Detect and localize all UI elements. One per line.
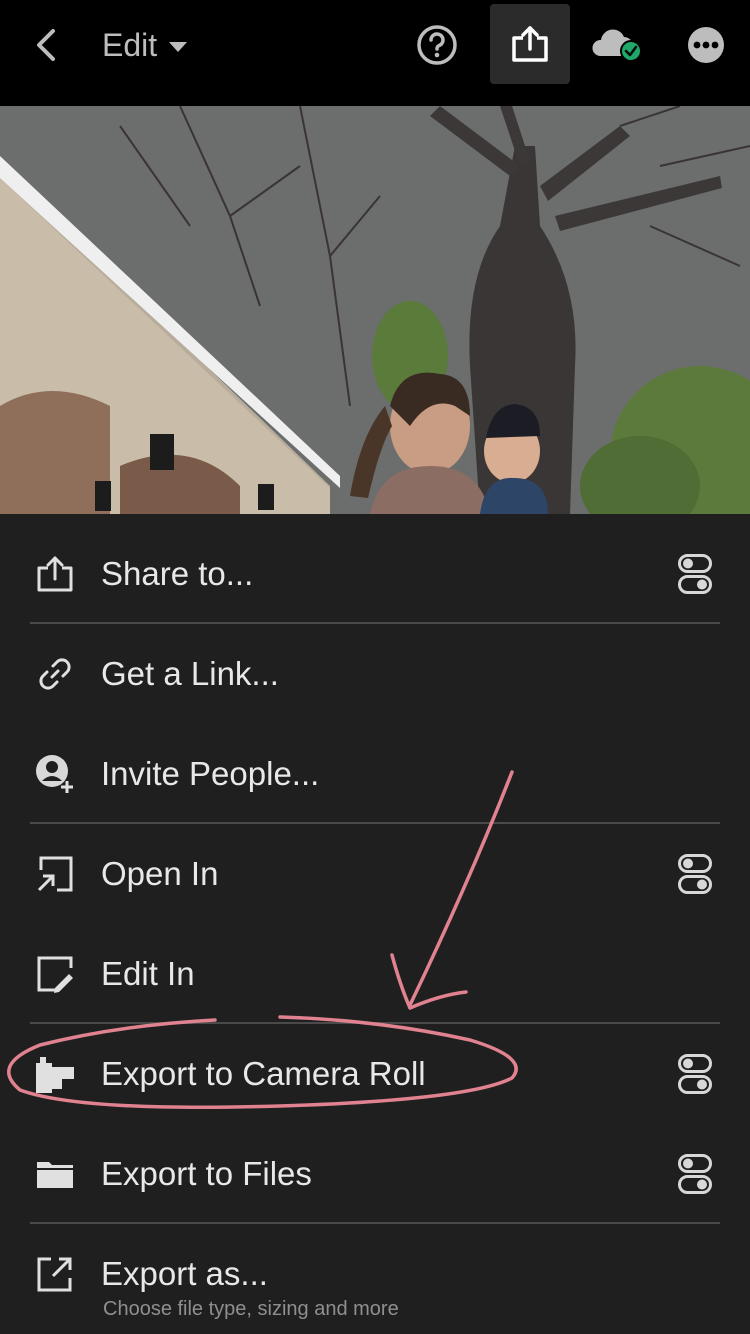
more-options-button[interactable] [686,24,726,66]
chevron-down-icon [169,42,188,52]
menu-item-label: Edit In [101,955,195,992]
edit-mode-label: Edit [102,26,158,63]
more-dots-icon [688,27,724,63]
edit-in-icon [34,953,76,995]
menu-item-export-camera-roll[interactable]: Export to Camera Roll [0,1024,750,1124]
menu-item-invite-people[interactable]: Invite People... [0,724,750,824]
share-menu-sheet: Share to... Get a Link... Invite People.… [0,514,750,1334]
cloud-sync-button[interactable] [590,24,646,66]
chevron-left-icon [37,29,55,61]
camera-roll-icon [34,1053,76,1095]
edit-mode-dropdown[interactable]: Edit [102,24,188,66]
photo-preview [0,106,750,514]
settings-toggle-icon[interactable] [678,854,712,894]
menu-item-label: Open In [101,855,219,892]
invite-person-icon [34,753,76,795]
menu-item-open-in[interactable]: Open In [0,824,750,924]
share-button[interactable] [490,4,570,84]
open-in-icon [34,853,76,895]
help-icon [417,25,457,65]
share-icon [34,553,76,595]
menu-item-label: Export to Files [101,1155,312,1192]
menu-item-edit-in[interactable]: Edit In [0,924,750,1024]
share-icon [512,26,548,62]
help-button[interactable] [416,24,458,66]
photo-illustration [0,106,750,514]
settings-toggle-icon[interactable] [678,1154,712,1194]
back-button[interactable] [26,24,66,66]
link-icon [34,653,76,695]
menu-item-label: Share to... [101,555,254,592]
menu-item-label: Get a Link... [101,655,279,692]
menu-item-sublabel: Choose file type, sizing and more [103,1298,399,1320]
menu-item-share-to[interactable]: Share to... [0,524,750,624]
export-as-icon [34,1253,76,1295]
menu-item-get-link[interactable]: Get a Link... [0,624,750,724]
settings-toggle-icon[interactable] [678,1054,712,1094]
settings-toggle-icon[interactable] [678,554,712,594]
menu-item-export-files[interactable]: Export to Files [0,1124,750,1224]
menu-item-label: Export as... [101,1255,268,1292]
menu-item-label: Export to Camera Roll [101,1055,426,1092]
cloud-check-icon [592,29,642,62]
folder-icon [34,1153,76,1195]
menu-item-label: Invite People... [101,755,320,792]
top-bar: Edit [0,0,750,106]
